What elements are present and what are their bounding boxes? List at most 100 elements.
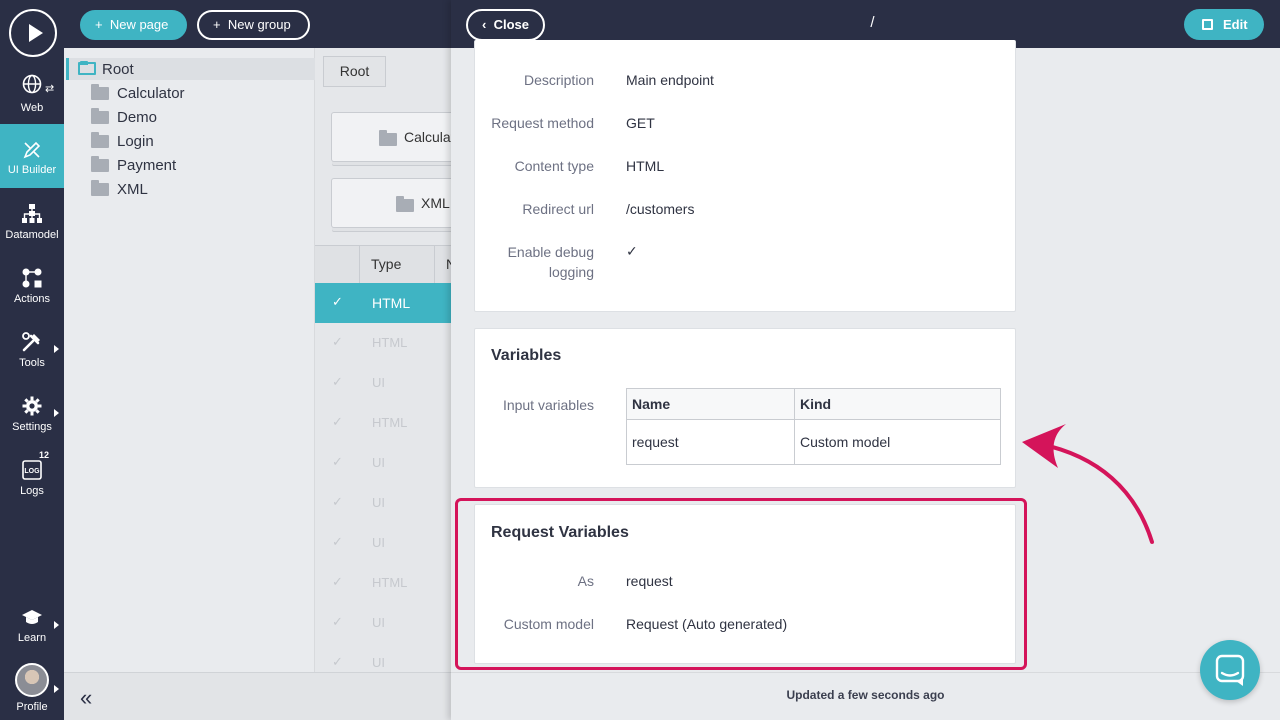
group-card-label: Calculat xyxy=(404,129,451,145)
row-type: UI xyxy=(372,455,385,470)
variable-name: request xyxy=(626,419,795,465)
page-title: / xyxy=(870,14,875,31)
tree-item-demo[interactable]: Demo xyxy=(117,109,157,126)
graduation-cap-icon xyxy=(22,610,42,624)
nav-label: Web xyxy=(20,102,44,114)
check-icon: ✓ xyxy=(332,454,343,469)
chat-icon xyxy=(1215,654,1245,686)
folder-icon xyxy=(91,180,109,196)
table-row[interactable]: ✓ HTML xyxy=(315,323,451,363)
new-page-button[interactable]: + New page xyxy=(80,10,187,40)
nav-label: Actions xyxy=(13,293,51,305)
new-group-button[interactable]: + New group xyxy=(197,10,310,40)
row-type: HTML xyxy=(372,415,408,430)
nav-label: Settings xyxy=(12,421,52,433)
table-row[interactable]: ✓ UI xyxy=(315,603,451,643)
breadcrumb[interactable]: Root xyxy=(323,56,386,87)
swap-icon: ⇄ xyxy=(45,83,55,95)
nav-item-actions[interactable]: Actions xyxy=(0,252,64,316)
nav-item-learn[interactable]: Learn xyxy=(0,596,64,660)
chevron-right-icon xyxy=(54,345,59,353)
nav-item-tools[interactable]: Tools xyxy=(0,316,64,380)
group-card[interactable]: Calculat xyxy=(331,112,451,162)
logs-badge: 12 xyxy=(36,450,53,460)
actions-icon xyxy=(22,268,42,288)
input-variables-label: Input variables xyxy=(502,397,594,413)
gear-icon xyxy=(22,396,42,416)
variable-kind: Custom model xyxy=(794,419,1001,465)
nav-label: Logs xyxy=(20,485,44,497)
nav-item-settings[interactable]: Settings xyxy=(0,380,64,444)
check-icon: ✓ xyxy=(332,614,343,629)
tree-item-login[interactable]: Login xyxy=(117,133,154,150)
check-icon: ✓ xyxy=(332,374,343,389)
folder-icon xyxy=(91,156,109,172)
nav-item-ui-builder[interactable]: UI Builder xyxy=(0,124,64,188)
debug-logging-label: Enable debug xyxy=(507,244,594,260)
row-type: HTML xyxy=(372,575,408,590)
plus-icon: + xyxy=(95,17,103,32)
chevron-right-icon xyxy=(54,621,59,629)
row-type: UI xyxy=(372,535,385,550)
nav-item-profile[interactable]: Profile xyxy=(0,656,64,720)
column-header-name: Name xyxy=(626,388,795,420)
content-type-value: HTML xyxy=(626,158,665,174)
new-page-label: New page xyxy=(109,17,169,32)
folder-icon xyxy=(396,196,414,212)
table-row[interactable]: ✓ HTML xyxy=(315,283,451,323)
table-row[interactable]: ✓ UI xyxy=(315,523,451,563)
nav-item-logs[interactable]: LOG 12 Logs xyxy=(0,444,64,508)
nav-label: Tools xyxy=(19,357,45,369)
nav-item-datamodel[interactable]: Datamodel xyxy=(0,188,64,252)
table-row[interactable]: ✓ UI xyxy=(315,643,451,672)
folder-icon xyxy=(78,61,96,75)
table-row[interactable]: ✓ UI xyxy=(315,483,451,523)
edit-button[interactable]: Edit xyxy=(1184,9,1264,40)
nav-item-web[interactable]: ⇄ Web xyxy=(0,64,64,128)
table-row: request Custom model xyxy=(626,419,1001,465)
row-type: UI xyxy=(372,655,385,670)
avatar xyxy=(15,663,49,697)
table-row[interactable]: ✓ HTML xyxy=(315,403,451,443)
folder-icon xyxy=(91,108,109,124)
column-divider xyxy=(434,246,435,283)
folder-icon xyxy=(91,132,109,148)
collapse-sidebar-icon[interactable]: « xyxy=(80,685,92,711)
pencil-ruler-icon xyxy=(23,141,41,159)
tools-icon xyxy=(22,332,40,352)
log-icon: LOG xyxy=(22,460,42,480)
variables-title: Variables xyxy=(491,347,562,364)
row-type: HTML xyxy=(372,335,408,350)
column-header-type[interactable]: Type xyxy=(371,256,401,272)
check-icon: ✓ xyxy=(332,414,343,429)
plus-icon: + xyxy=(213,17,221,32)
debug-logging-check-icon: ✓ xyxy=(626,243,638,259)
check-icon: ✓ xyxy=(332,494,343,509)
check-icon: ✓ xyxy=(332,334,343,349)
variables-panel: Variables Input variables Name Kind requ… xyxy=(474,328,1016,488)
tree-item-calculator[interactable]: Calculator xyxy=(117,85,185,102)
table-row[interactable]: ✓ HTML xyxy=(315,563,451,603)
highlight-box xyxy=(455,498,1027,670)
bottom-bar: « xyxy=(64,672,451,720)
request-method-label: Request method xyxy=(491,115,594,131)
table-header: Type N xyxy=(315,245,451,283)
description-label: Description xyxy=(523,72,594,88)
column-header-kind: Kind xyxy=(794,388,1001,420)
table-row[interactable]: ✓ UI xyxy=(315,363,451,403)
play-icon[interactable] xyxy=(9,9,57,57)
table-row[interactable]: ✓ UI xyxy=(315,443,451,483)
edit-label: Edit xyxy=(1223,17,1248,32)
svg-text:LOG: LOG xyxy=(24,468,40,475)
content-type-label: Content type xyxy=(514,158,594,174)
globe-icon xyxy=(22,74,42,94)
row-type: UI xyxy=(372,615,385,630)
chat-widget-button[interactable] xyxy=(1200,640,1260,700)
nav-label: Profile xyxy=(16,701,48,713)
group-card[interactable]: XML xyxy=(331,178,451,228)
annotation-arrow-icon xyxy=(1022,424,1154,544)
tree-item-xml[interactable]: XML xyxy=(117,181,148,198)
tree-item-label[interactable]: Root xyxy=(102,61,134,78)
tree-item-payment[interactable]: Payment xyxy=(117,157,176,174)
chevron-right-icon xyxy=(54,409,59,417)
